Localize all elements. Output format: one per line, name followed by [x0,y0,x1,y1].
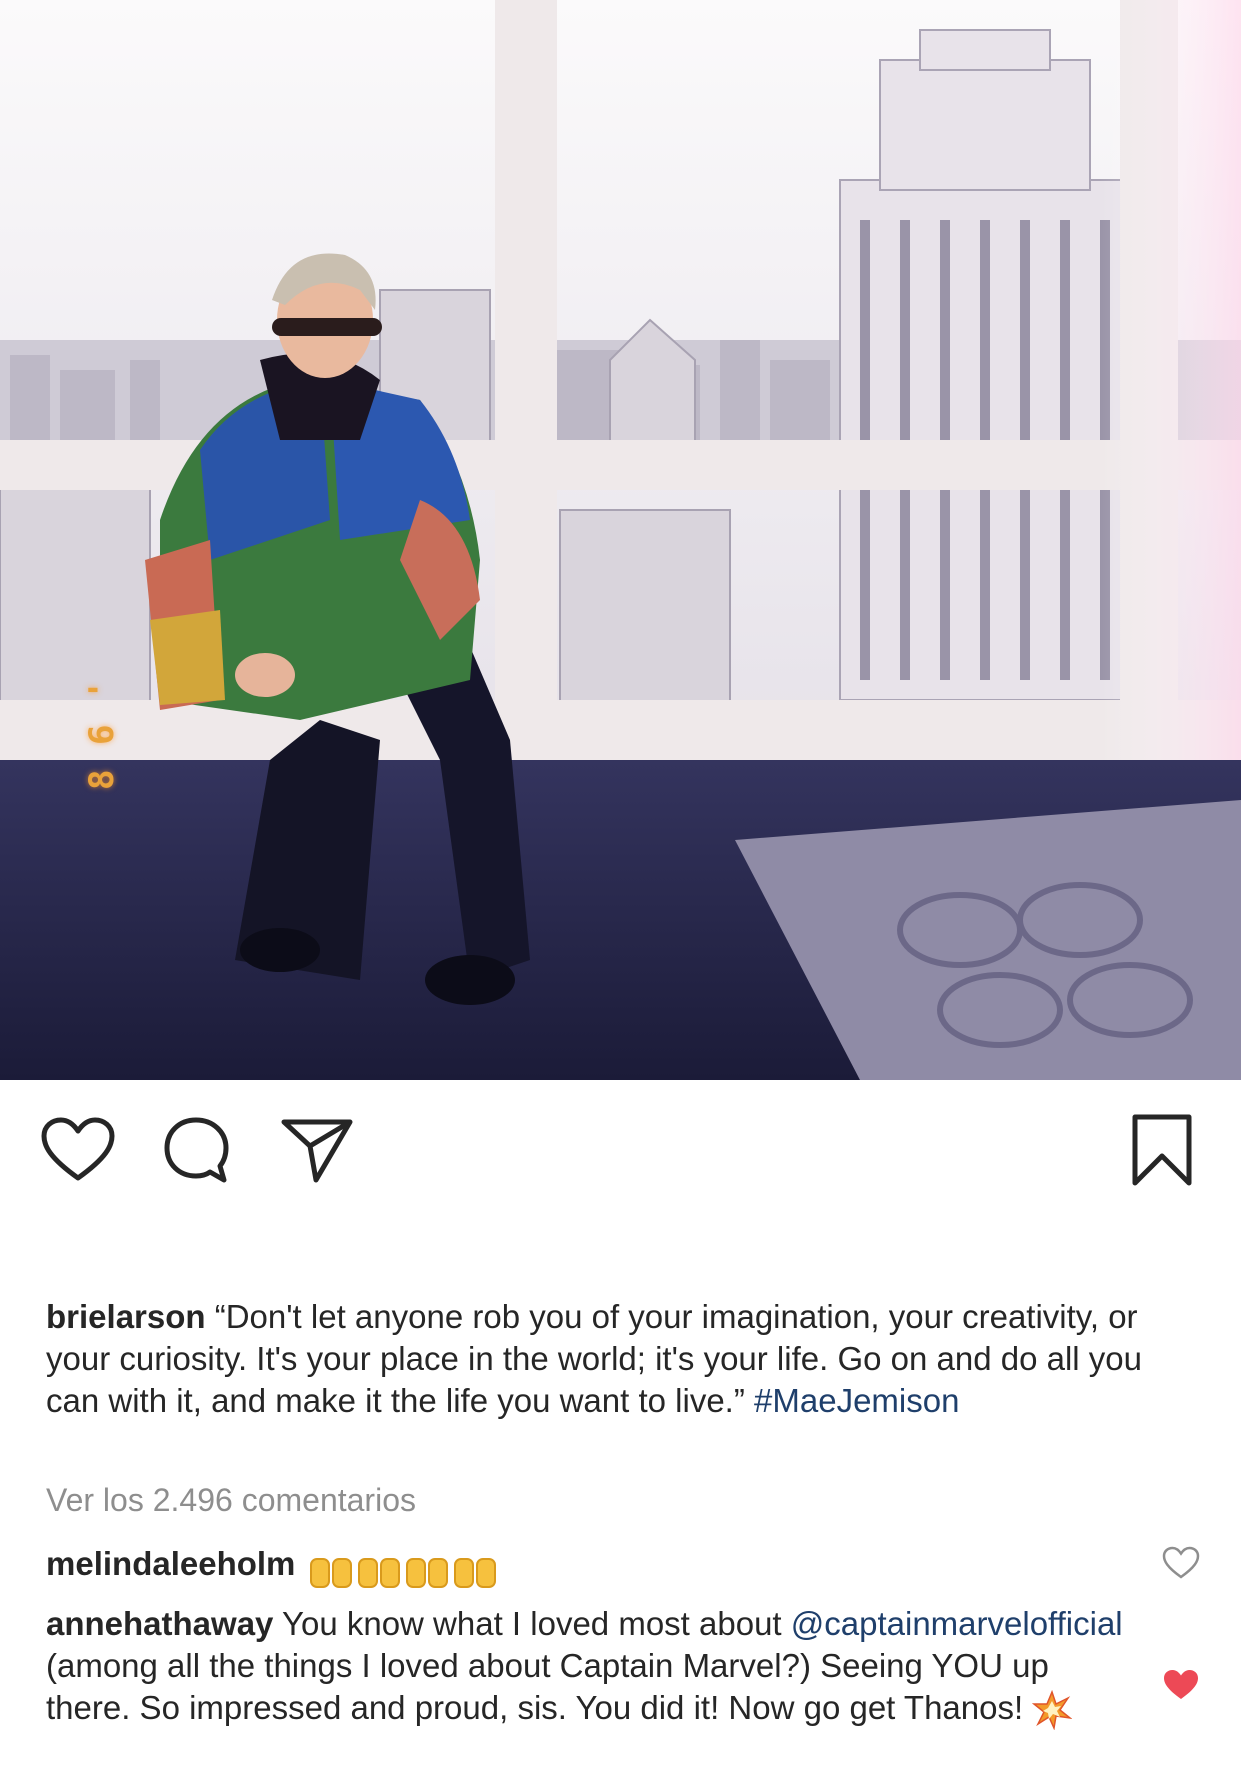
film-date-stamp: 8 6 ' [82,677,122,790]
comment-bubble-icon[interactable] [160,1114,232,1186]
view-all-comments-link[interactable]: Ver los 2.496 comentarios [46,1482,416,1519]
comment-mention[interactable]: @captainmarvelofficial [791,1605,1123,1642]
comment-item: melindaleeholm [46,1543,1196,1589]
bookmark-icon[interactable] [1130,1112,1194,1188]
comment-item: annehathaway You know what I loved most … [46,1603,1136,1731]
comment-username[interactable]: annehathaway [46,1605,273,1642]
heart-outline-icon[interactable] [40,1116,116,1184]
post-photo[interactable]: 8 6 ' [0,0,1241,1080]
post-action-bar [0,1080,1241,1230]
post-caption: brielarson “Don't let anyone rob you of … [46,1296,1196,1422]
paper-plane-icon[interactable] [280,1116,354,1184]
comment-username[interactable]: melindaleeholm [46,1545,295,1582]
caption-hashtag[interactable]: #MaeJemison [754,1382,959,1419]
raising-hands-emoji [309,1558,496,1589]
photo-illustration [0,0,1241,1080]
comment-like-outline-icon[interactable] [1162,1546,1200,1580]
comment-liked-heart-icon[interactable] [1162,1668,1200,1702]
caption-username[interactable]: brielarson [46,1298,206,1335]
comment-text: You know what I loved most about [282,1605,782,1642]
collision-emoji [1032,1690,1073,1731]
caption-text: “Don't let anyone rob you of your imagin… [46,1298,1143,1419]
comment-text: (among all the things I loved about Capt… [46,1647,1049,1726]
